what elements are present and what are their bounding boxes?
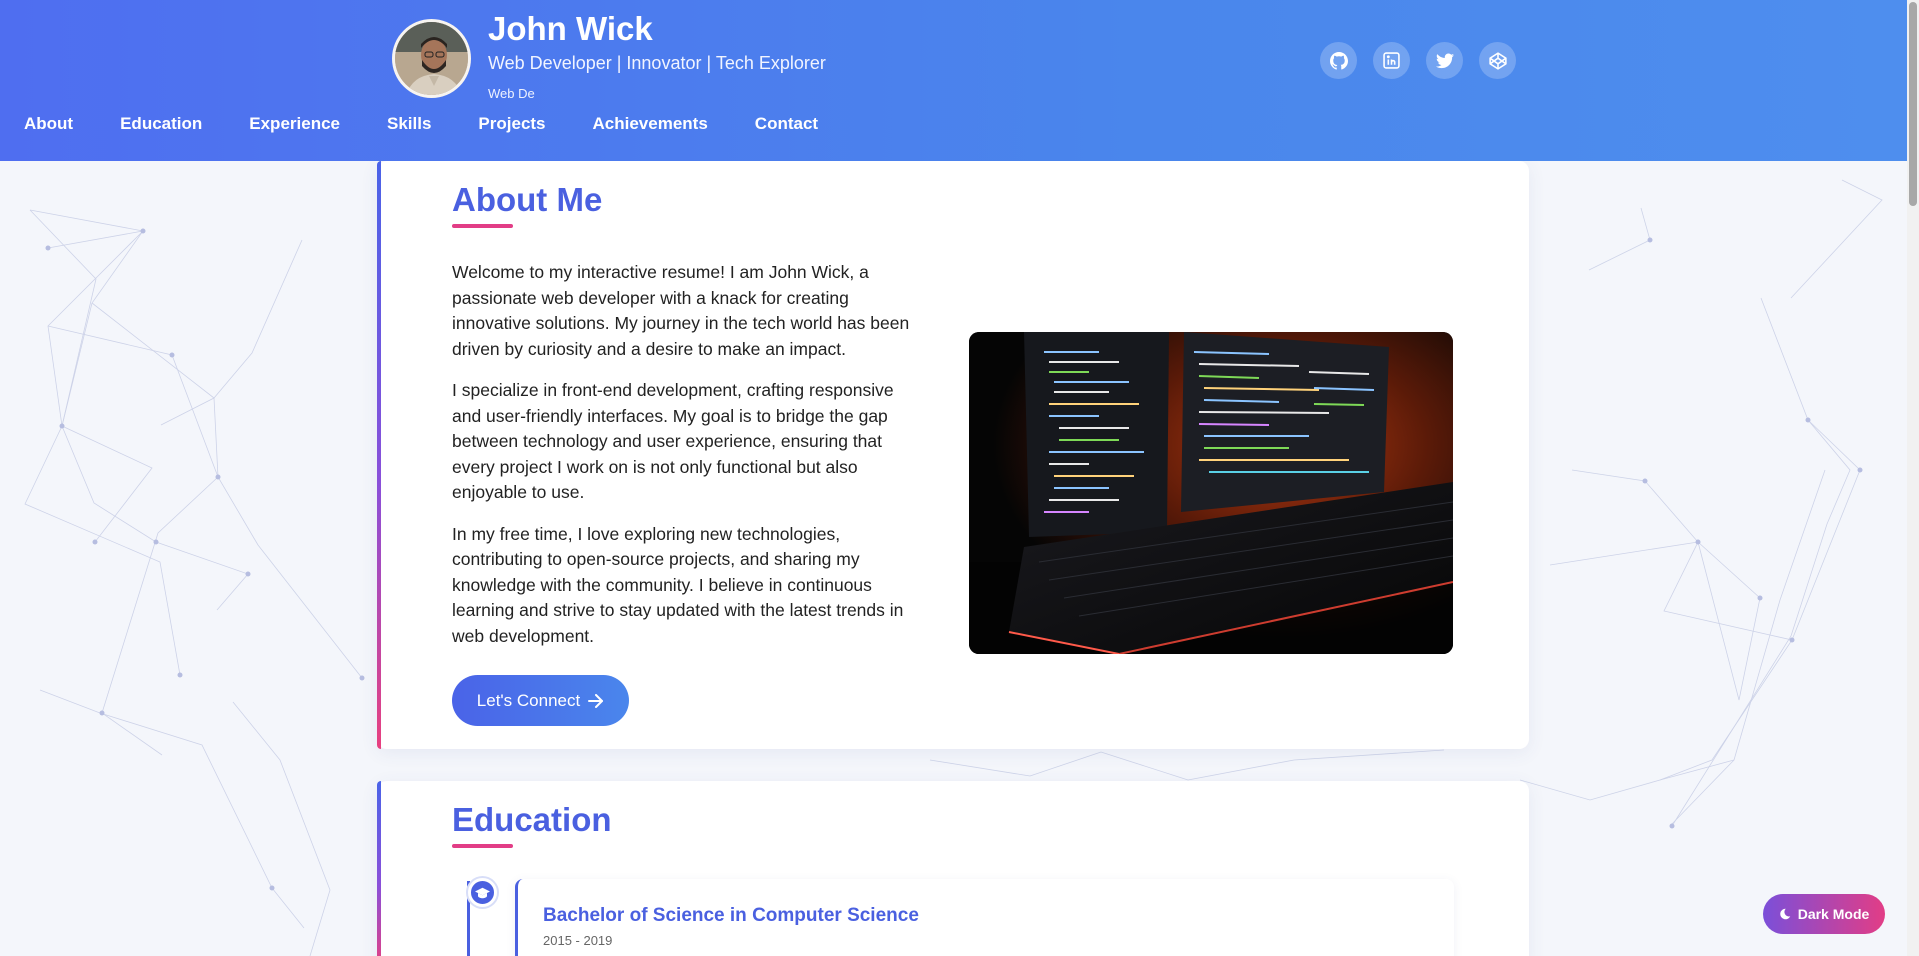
about-paragraph: I specialize in front-end development, c… [452, 380, 894, 502]
education-section: Education Bachelor of Science in Compute… [377, 781, 1529, 956]
degree-years: 2015 - 2019 [543, 933, 613, 948]
about-section: About Me Welcome to my interactive resum… [377, 161, 1529, 749]
twitter-link[interactable] [1426, 42, 1463, 79]
title-underline [452, 844, 513, 848]
twitter-icon [1435, 53, 1454, 68]
nav-projects[interactable]: Projects [478, 114, 545, 134]
education-item: Bachelor of Science in Computer Science … [515, 879, 1454, 956]
dark-mode-label: Dark Mode [1797, 906, 1870, 922]
lets-connect-button[interactable]: Let's Connect [452, 675, 629, 726]
site-header: John Wick Web Developer | Innovator | Te… [0, 0, 1907, 161]
github-icon [1329, 51, 1348, 70]
nav-achievements[interactable]: Achievements [593, 114, 708, 134]
connect-label: Let's Connect [476, 690, 581, 710]
codepen-link[interactable] [1479, 42, 1516, 79]
workspace-image [969, 332, 1453, 654]
graduation-cap-icon [475, 887, 490, 898]
scrollbar-thumb[interactable] [1909, 2, 1917, 206]
degree-title: Bachelor of Science in Computer Science [543, 905, 919, 926]
about-title: About Me [452, 181, 603, 218]
social-links [1320, 42, 1516, 79]
nav-skills[interactable]: Skills [387, 114, 431, 134]
dark-mode-toggle[interactable]: Dark Mode [1763, 894, 1885, 934]
codepen-icon [1488, 51, 1507, 70]
linkedin-link[interactable] [1373, 42, 1410, 79]
nav-about[interactable]: About [24, 114, 73, 134]
arrow-right-icon [588, 693, 604, 708]
moon-icon [1779, 908, 1790, 920]
github-link[interactable] [1320, 42, 1357, 79]
timeline-dot [468, 878, 497, 907]
nav-experience[interactable]: Experience [249, 114, 340, 134]
page-scrollbar[interactable] [1907, 0, 1919, 956]
profile-name: John Wick [488, 10, 653, 47]
main-nav: About Education Experience Skills Projec… [24, 114, 865, 134]
profile-tagline: Web Developer | Innovator | Tech Explore… [488, 53, 826, 73]
education-title: Education [452, 801, 612, 838]
typing-text: Web De [488, 86, 535, 101]
nav-contact[interactable]: Contact [755, 114, 818, 134]
linkedin-icon [1383, 52, 1400, 69]
avatar [392, 19, 471, 98]
about-paragraph: In my free time, I love exploring new te… [452, 523, 904, 646]
nav-education[interactable]: Education [120, 114, 202, 134]
about-paragraph: Welcome to my interactive resume! I am J… [452, 262, 910, 359]
about-text: Welcome to my interactive resume! I am J… [452, 260, 927, 665]
title-underline [452, 224, 513, 228]
